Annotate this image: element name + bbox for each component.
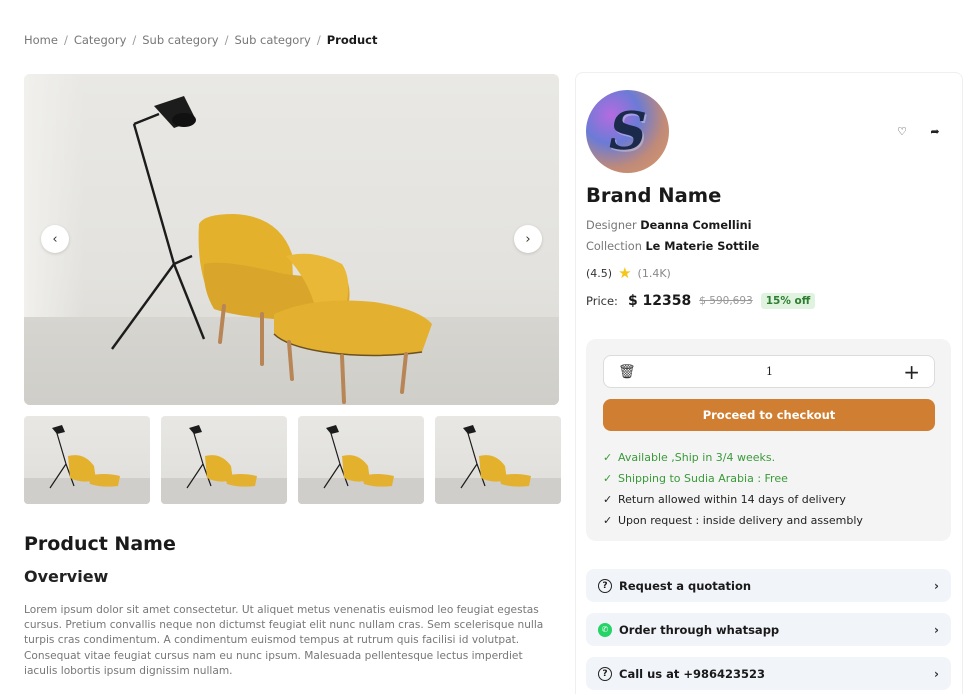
gallery-next-button[interactable]: › bbox=[514, 225, 542, 253]
rating-count: (1.4K) bbox=[637, 267, 671, 280]
product-description: Lorem ipsum dolor sit amet consectetur. … bbox=[24, 604, 544, 677]
thumbnail-image[interactable] bbox=[24, 416, 150, 504]
gallery-prev-button[interactable]: ‹ bbox=[41, 225, 69, 253]
designer-row: Designer Deanna Comellini bbox=[586, 219, 752, 232]
whatsapp-order-label: Order through whatsapp bbox=[619, 622, 780, 637]
collection-value: Le Materie Sottile bbox=[645, 240, 760, 253]
rating-score: (4.5) bbox=[586, 267, 613, 280]
chevron-left-icon: ‹ bbox=[52, 231, 58, 247]
collection-label: Collection bbox=[586, 240, 642, 253]
breadcrumb: Home / Category / Sub category / Sub cat… bbox=[24, 33, 377, 47]
price-label: Price: bbox=[586, 294, 618, 308]
price-row: Price: $ 12358 $ 590,693 15% off bbox=[586, 293, 816, 309]
price-original: $ 590,693 bbox=[699, 295, 753, 307]
chevron-right-icon: › bbox=[934, 666, 939, 681]
overview-heading: Overview bbox=[24, 567, 109, 586]
chevron-right-icon: › bbox=[934, 578, 939, 593]
feature-text: Available ,Ship in 3/4 weeks. bbox=[618, 451, 776, 464]
breadcrumb-home[interactable]: Home bbox=[24, 33, 58, 47]
favorite-button[interactable]: ♡ bbox=[893, 122, 911, 140]
request-quotation-button[interactable]: ? Request a quotation › bbox=[586, 569, 951, 602]
feature-item: ✓ Shipping to Sudia Arabia : Free bbox=[603, 468, 863, 489]
chevron-right-icon: › bbox=[525, 231, 531, 247]
brand-logo: S bbox=[586, 90, 669, 173]
breadcrumb-separator: / bbox=[316, 33, 321, 47]
brand-logo-letter: S bbox=[602, 101, 653, 162]
price-current: $ 12358 bbox=[627, 293, 692, 309]
whatsapp-order-button[interactable]: ✆ Order through whatsapp › bbox=[586, 613, 951, 646]
feature-text: Upon request : inside delivery and assem… bbox=[618, 514, 863, 527]
thumbnail-image[interactable] bbox=[435, 416, 561, 504]
designer-value: Deanna Comellini bbox=[640, 219, 752, 232]
star-icon: ★ bbox=[618, 264, 632, 282]
ottoman-shape bbox=[274, 300, 432, 356]
discount-badge: 15% off bbox=[760, 293, 816, 309]
brand-name: Brand Name bbox=[586, 184, 722, 207]
thumbnail-image[interactable] bbox=[161, 416, 287, 504]
chevron-right-icon: › bbox=[934, 622, 939, 637]
designer-label: Designer bbox=[586, 219, 637, 232]
rating-row: (4.5) ★ (1.4K) bbox=[586, 266, 671, 281]
question-circle-icon: ? bbox=[598, 578, 612, 593]
call-us-button[interactable]: ? Call us at +986423523 › bbox=[586, 657, 951, 690]
main-product-image[interactable] bbox=[24, 74, 559, 405]
feature-text: Shipping to Sudia Arabia : Free bbox=[618, 472, 788, 485]
breadcrumb-subcategory-1[interactable]: Sub category bbox=[142, 33, 218, 47]
quantity-value[interactable]: 1 bbox=[766, 365, 773, 378]
thumbnail-image[interactable] bbox=[298, 416, 424, 504]
share-icon: ➦ bbox=[930, 124, 940, 138]
breadcrumb-subcategory-2[interactable]: Sub category bbox=[235, 33, 311, 47]
call-us-label: Call us at +986423523 bbox=[619, 666, 766, 681]
checkout-button[interactable]: Proceed to checkout bbox=[603, 399, 935, 431]
quantity-stepper: 🗑 1 + bbox=[603, 355, 935, 388]
check-icon: ✓ bbox=[603, 451, 613, 464]
check-icon: ✓ bbox=[603, 472, 613, 485]
thumbnail-strip bbox=[24, 416, 561, 504]
whatsapp-icon: ✆ bbox=[598, 622, 612, 637]
collection-row: Collection Le Materie Sottile bbox=[586, 240, 759, 253]
feature-item: ✓ Return allowed within 14 days of deliv… bbox=[603, 489, 863, 510]
request-quotation-label: Request a quotation bbox=[619, 578, 752, 593]
breadcrumb-separator: / bbox=[224, 33, 229, 47]
feature-item: ✓ Upon request : inside delivery and ass… bbox=[603, 510, 863, 531]
breadcrumb-category[interactable]: Category bbox=[74, 33, 127, 47]
feature-list: ✓ Available ,Ship in 3/4 weeks. ✓ Shippi… bbox=[603, 447, 863, 531]
check-icon: ✓ bbox=[603, 493, 613, 506]
feature-text: Return allowed within 14 days of deliver… bbox=[618, 493, 846, 506]
breadcrumb-current: Product bbox=[326, 33, 378, 47]
question-circle-icon: ? bbox=[598, 666, 612, 681]
heart-icon: ♡ bbox=[897, 124, 907, 138]
product-name: Product Name bbox=[24, 533, 176, 555]
breadcrumb-separator: / bbox=[132, 33, 137, 47]
share-button[interactable]: ➦ bbox=[926, 122, 944, 140]
check-icon: ✓ bbox=[603, 514, 613, 527]
trash-icon[interactable]: 🗑 bbox=[618, 364, 636, 380]
plus-icon[interactable]: + bbox=[903, 362, 920, 382]
chair-and-lamp-illustration bbox=[111, 96, 432, 404]
breadcrumb-separator: / bbox=[63, 33, 68, 47]
feature-item: ✓ Available ,Ship in 3/4 weeks. bbox=[603, 447, 863, 468]
floor-lamp-shape bbox=[111, 112, 206, 350]
